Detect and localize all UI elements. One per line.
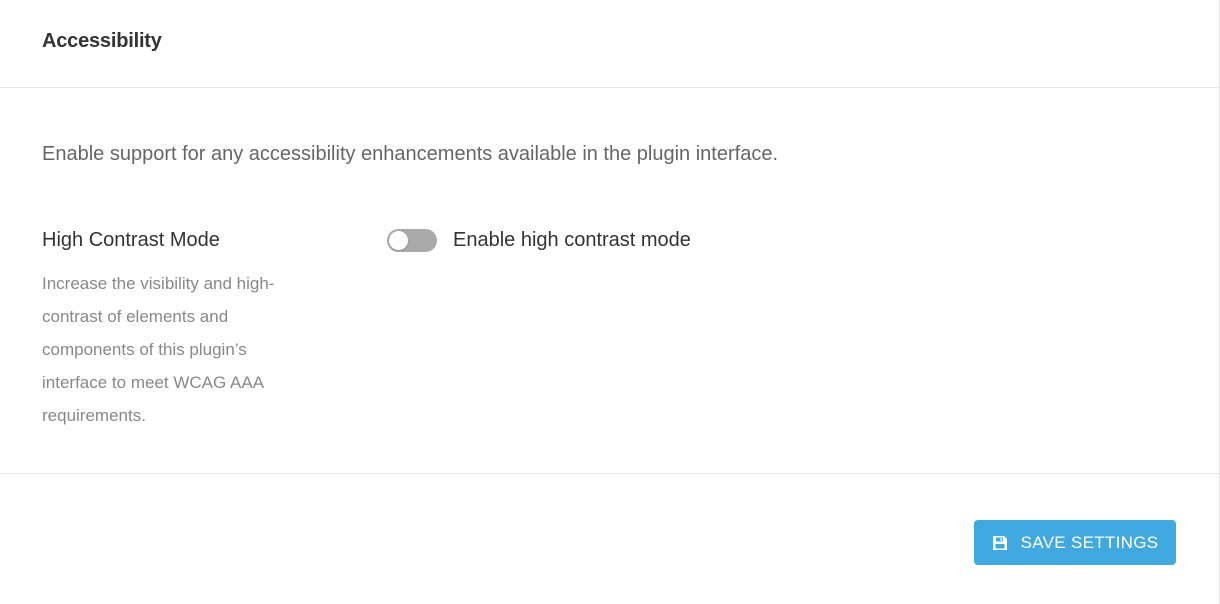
save-settings-label: SAVE SETTINGS (1020, 532, 1159, 552)
setting-description: Increase the visibility and high-contras… (42, 274, 275, 425)
accessibility-panel: Accessibility Enable support for any acc… (0, 0, 1220, 604)
save-settings-button[interactable]: SAVE SETTINGS (974, 520, 1176, 565)
setting-title: High Contrast Mode (42, 229, 220, 251)
high-contrast-toggle[interactable] (387, 228, 437, 252)
toggle-label[interactable]: Enable high contrast mode (453, 229, 691, 252)
intro-text: Enable support for any accessibility enh… (42, 143, 778, 165)
page-title: Accessibility (42, 30, 162, 52)
floppy-disk-icon (992, 535, 1008, 551)
panel-body: Enable support for any accessibility enh… (0, 88, 1219, 474)
panel-footer: SAVE SETTINGS (0, 474, 1219, 604)
setting-label-group: High Contrast Mode Increase the visibili… (42, 228, 312, 432)
setting-control: Enable high contrast mode (387, 228, 691, 252)
panel-header: Accessibility (0, 0, 1219, 88)
toggle-knob (389, 230, 408, 250)
